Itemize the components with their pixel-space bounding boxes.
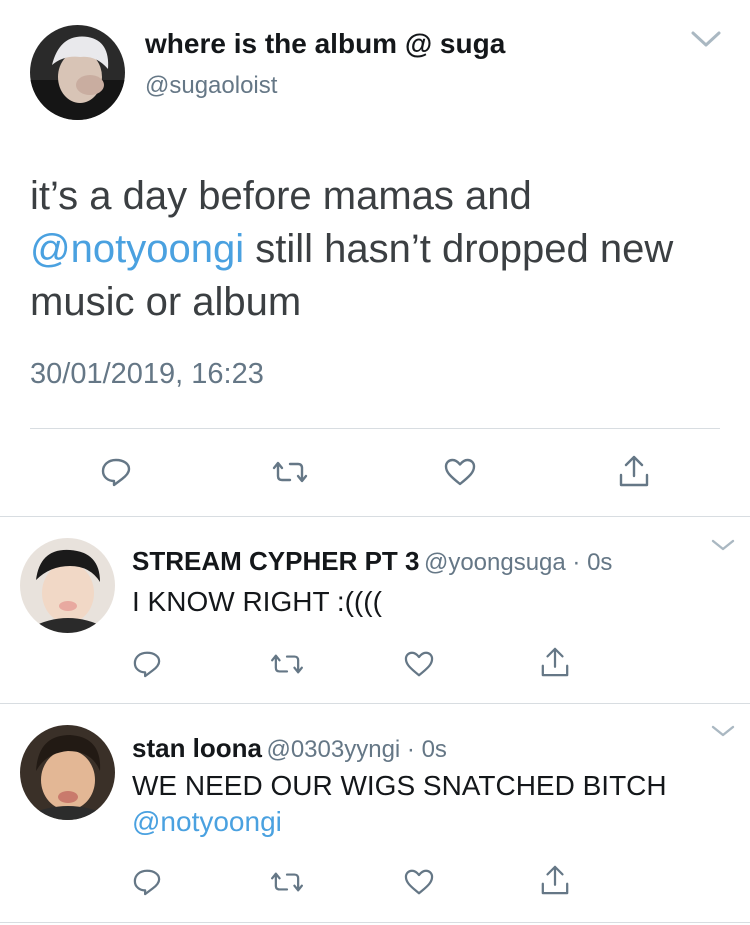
share-icon[interactable] — [618, 454, 650, 488]
chevron-down-icon[interactable] — [710, 724, 736, 738]
divider — [30, 428, 720, 429]
main-tweet-timestamp[interactable]: 30/01/2019, 16:23 — [30, 358, 264, 391]
like-icon[interactable] — [404, 650, 434, 678]
divider — [0, 516, 750, 517]
reply-display-name[interactable]: stan loona — [132, 733, 262, 763]
reply-separator: · — [400, 736, 422, 763]
like-icon[interactable] — [444, 457, 476, 487]
main-tweet-handle[interactable]: @sugaoloist — [145, 72, 277, 100]
main-tweet-display-name[interactable]: where is the album @ suga — [145, 28, 505, 60]
reply-text: I KNOW RIGHT :(((( — [132, 586, 382, 617]
mention-link[interactable]: @notyoongi — [132, 804, 732, 840]
chevron-down-icon[interactable] — [690, 30, 722, 48]
main-tweet-text-part: it’s a day before mamas and — [30, 174, 532, 218]
reply-icon[interactable] — [132, 868, 162, 896]
reply-text-line: WE NEED OUR WIGS SNATCHED BITCH — [132, 770, 667, 801]
retweet-icon[interactable] — [272, 458, 308, 486]
reply-header: stan loona @0303yyngi · 0s — [132, 733, 447, 764]
share-icon[interactable] — [540, 646, 570, 678]
reply-avatar[interactable] — [20, 725, 115, 820]
reply-display-name[interactable]: STREAM CYPHER PT 3 — [132, 546, 420, 576]
main-tweet-avatar[interactable] — [30, 25, 125, 120]
reply-time[interactable]: 0s — [587, 549, 612, 576]
like-icon[interactable] — [404, 868, 434, 896]
main-tweet-text: it’s a day before mamas and @notyoongi s… — [30, 170, 720, 329]
share-icon[interactable] — [540, 864, 570, 896]
reply-icon[interactable] — [100, 457, 132, 487]
reply-separator: · — [565, 549, 588, 576]
chevron-down-icon[interactable] — [710, 538, 736, 552]
divider — [0, 922, 750, 923]
divider — [0, 703, 750, 704]
reply-time[interactable]: 0s — [422, 736, 447, 763]
reply-handle[interactable]: @0303yyngi — [266, 736, 400, 763]
retweet-icon[interactable] — [270, 869, 304, 895]
reply-header: STREAM CYPHER PT 3 @yoongsuga · 0s — [132, 546, 612, 577]
retweet-icon[interactable] — [270, 651, 304, 677]
reply-text: WE NEED OUR WIGS SNATCHED BITCH @notyoon… — [132, 768, 732, 840]
mention-link[interactable]: @notyoongi — [30, 227, 244, 271]
reply-icon[interactable] — [132, 650, 162, 678]
reply-avatar[interactable] — [20, 538, 115, 633]
reply-handle[interactable]: @yoongsuga — [424, 549, 566, 576]
